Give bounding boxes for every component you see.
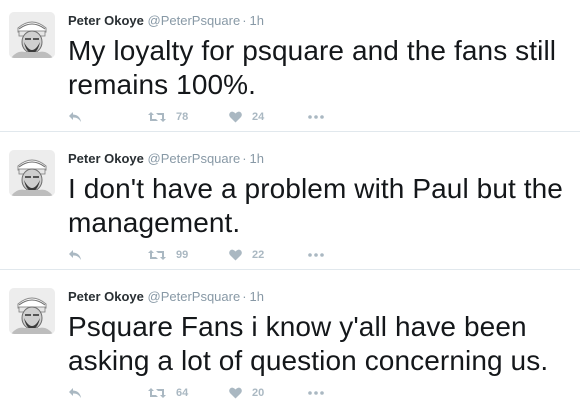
display-name[interactable]: Peter Okoye [68,151,144,166]
retweet-button[interactable]: 78 [148,109,188,125]
user-handle[interactable]: @PeterPsquare [148,151,241,166]
avatar[interactable] [9,12,55,58]
like-button[interactable]: 22 [229,247,264,263]
tweet-header: Peter Okoye @PeterPsquare · 1h [68,289,264,305]
retweet-icon [148,249,166,261]
more-button[interactable] [308,385,324,401]
tweet-text: My loyalty for psquare and the fans stil… [68,35,557,100]
heart-icon [229,387,242,399]
display-name[interactable]: Peter Okoye [68,289,144,304]
timestamp[interactable]: 1h [250,151,264,166]
reply-icon [68,387,82,399]
tweet-actions: 99 22 [68,247,368,263]
tweet[interactable]: Peter Okoye @PeterPsquare · 1h I don't hav… [0,138,580,270]
timestamp[interactable]: 1h [250,289,264,304]
reply-button[interactable] [68,109,82,125]
retweet-button[interactable]: 99 [148,247,188,263]
retweet-count: 99 [176,249,189,261]
like-button[interactable]: 24 [229,109,264,125]
separator: · [242,289,247,304]
tweet-header: Peter Okoye @PeterPsquare · 1h [68,151,264,167]
display-name[interactable]: Peter Okoye [68,13,144,28]
more-button[interactable] [308,247,324,263]
tweet-actions: 64 20 [68,385,368,401]
more-button[interactable] [308,109,324,125]
like-count: 20 [252,387,265,399]
tweet[interactable]: Peter Okoye @PeterPsquare · 1h My loyalty … [0,0,580,132]
tweet[interactable]: Peter Okoye @PeterPsquare · 1h Psquare Fan… [0,276,580,408]
user-handle[interactable]: @PeterPsquare [148,289,241,304]
heart-icon [229,111,242,123]
reply-icon [68,249,82,261]
tweet-text: I don't have a problem with Paul but the… [68,173,563,238]
tweet-actions: 78 24 [68,109,368,125]
retweet-icon [148,387,166,399]
more-icon [308,391,324,395]
heart-icon [229,249,242,261]
retweet-icon [148,111,166,123]
like-count: 22 [252,249,265,261]
retweet-count: 64 [176,387,189,399]
separator: · [242,151,247,166]
more-icon [308,115,324,119]
reply-button[interactable] [68,385,82,401]
like-count: 24 [252,111,265,123]
separator: · [242,13,247,28]
more-icon [308,253,324,257]
tweet-text: Psquare Fans i know y'all have been aski… [68,311,549,376]
user-handle[interactable]: @PeterPsquare [148,13,241,28]
timeline: Peter Okoye @PeterPsquare · 1h My loyalty … [0,0,580,404]
retweet-button[interactable]: 64 [148,385,188,401]
like-button[interactable]: 20 [229,385,264,401]
timestamp[interactable]: 1h [250,13,264,28]
avatar[interactable] [9,288,55,334]
tweet-header: Peter Okoye @PeterPsquare · 1h [68,13,264,29]
reply-button[interactable] [68,247,82,263]
avatar[interactable] [9,150,55,196]
reply-icon [68,111,82,123]
retweet-count: 78 [176,111,189,123]
